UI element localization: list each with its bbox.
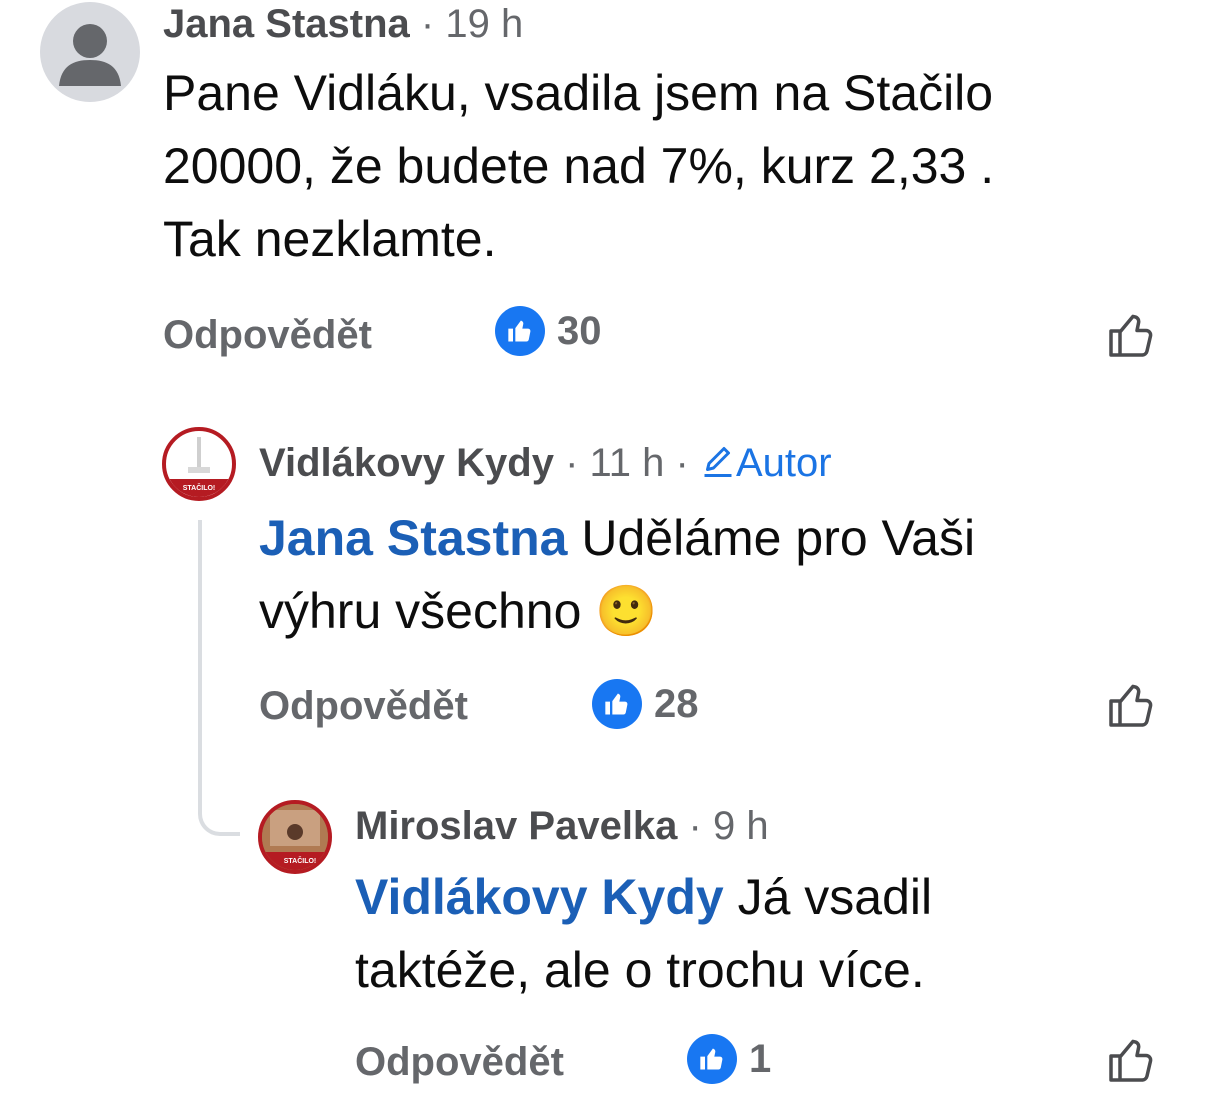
author-badge: Autor	[700, 441, 832, 485]
comment-header: Miroslav Pavelka · 9 h	[355, 802, 769, 850]
thread-connector	[198, 790, 240, 836]
like-count: 28	[654, 681, 699, 726]
avatar-miroslav-pavelka[interactable]: STAČILO!	[258, 800, 332, 874]
thumbs-up-icon	[687, 1034, 737, 1084]
mention-link[interactable]: Jana Stastna	[259, 510, 567, 566]
reply-button[interactable]: Odpovědět	[355, 1038, 564, 1086]
like-count: 1	[749, 1036, 772, 1081]
timestamp[interactable]: · 9 h	[689, 804, 769, 848]
reply-button[interactable]: Odpovědět	[163, 311, 372, 359]
thumbs-up-outline-icon[interactable]	[1105, 307, 1159, 361]
reaction-count[interactable]: 28	[592, 679, 699, 729]
thumbs-up-outline-icon[interactable]	[1105, 677, 1159, 731]
pencil-icon	[704, 447, 732, 477]
reaction-count[interactable]: 30	[495, 306, 602, 356]
thumbs-up-outline-icon[interactable]	[1105, 1032, 1159, 1086]
avatar-vidlakovy-kydy[interactable]: STAČILO!	[162, 427, 236, 501]
author-name[interactable]: Vidlákovy Kydy	[259, 441, 554, 485]
mention-link[interactable]: Vidlákovy Kydy	[355, 869, 724, 925]
author-name[interactable]: Jana Stastna	[163, 2, 410, 46]
comment-text: Pane Vidláku, vsadila jsem na Stačilo 20…	[163, 65, 995, 267]
comment-text: Jana Stastna Uděláme pro Vaši výhru všec…	[259, 510, 976, 639]
avatar-jana-stastna[interactable]	[40, 2, 140, 102]
svg-text:STAČILO!: STAČILO!	[183, 483, 216, 492]
comment-header: Jana Stastna · 19 h	[163, 0, 523, 48]
thumbs-up-icon	[495, 306, 545, 356]
timestamp[interactable]: · 11 h ·	[565, 441, 689, 485]
reaction-count[interactable]: 1	[687, 1034, 771, 1084]
svg-text:STAČILO!: STAČILO!	[284, 856, 317, 865]
timestamp[interactable]: · 19 h	[421, 2, 523, 46]
profile-photo-icon: STAČILO!	[262, 804, 328, 870]
comment-text: Vidlákovy Kydy Já vsadil taktéže, ale o …	[355, 869, 933, 998]
stacilo-logo-icon: STAČILO!	[166, 437, 232, 497]
default-avatar-icon	[59, 24, 121, 86]
thumbs-up-icon	[592, 679, 642, 729]
smile-emoji: 🙂	[595, 583, 658, 639]
like-count: 30	[557, 308, 602, 353]
reply-button[interactable]: Odpovědět	[259, 682, 468, 730]
comment-header: Vidlákovy Kydy · 11 h · Autor	[259, 439, 832, 487]
thread-line	[198, 520, 202, 800]
author-name[interactable]: Miroslav Pavelka	[355, 804, 677, 848]
